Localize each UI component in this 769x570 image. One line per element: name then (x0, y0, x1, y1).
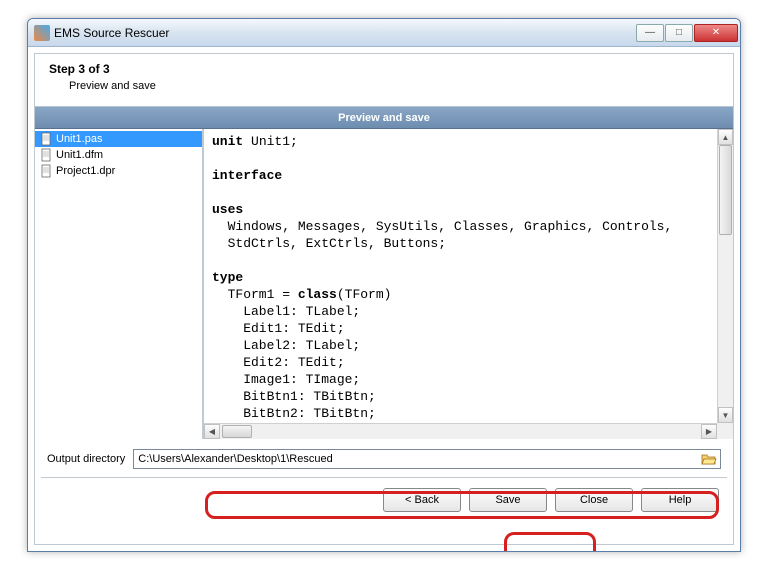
step-subtitle: Preview and save (69, 80, 719, 92)
app-window: EMS Source Rescuer — □ ✕ Step 3 of 3 Pre… (27, 18, 741, 552)
vertical-scroll-thumb[interactable] (719, 145, 732, 235)
code-preview-panel: unit Unit1; interface uses Windows, Mess… (203, 129, 733, 439)
window-title: EMS Source Rescuer (54, 26, 635, 40)
close-window-button[interactable]: ✕ (694, 24, 738, 42)
file-icon (39, 164, 53, 178)
wizard-header: Step 3 of 3 Preview and save (35, 54, 733, 107)
step-title: Step 3 of 3 (49, 62, 719, 76)
highlight-save-annotation (504, 532, 596, 552)
scroll-corner (717, 423, 733, 439)
file-tree[interactable]: Unit1.pas Unit1.dfm Project1.dpr (35, 129, 203, 439)
scroll-left-arrow[interactable]: ◀ (204, 424, 220, 439)
wizard-body: Step 3 of 3 Preview and save Preview and… (34, 53, 734, 545)
tree-item-label: Unit1.dfm (56, 149, 103, 161)
output-label: Output directory (47, 453, 125, 465)
tree-item[interactable]: Unit1.pas (35, 131, 202, 147)
save-button[interactable]: Save (469, 488, 547, 512)
section-banner: Preview and save (35, 107, 733, 129)
scroll-up-arrow[interactable]: ▲ (718, 129, 733, 145)
horizontal-scrollbar[interactable]: ◀ ▶ (204, 423, 717, 439)
output-directory-field (133, 449, 721, 469)
back-button[interactable]: < Back (383, 488, 461, 512)
app-icon (34, 25, 50, 41)
help-button[interactable]: Help (641, 488, 719, 512)
tree-item-label: Project1.dpr (56, 165, 115, 177)
close-button[interactable]: Close (555, 488, 633, 512)
file-icon (39, 132, 53, 146)
file-icon (39, 148, 53, 162)
horizontal-scroll-thumb[interactable] (222, 425, 252, 438)
output-row: Output directory (35, 439, 733, 477)
code-preview[interactable]: unit Unit1; interface uses Windows, Mess… (204, 129, 717, 423)
maximize-button[interactable]: □ (665, 24, 693, 42)
output-directory-input[interactable] (138, 453, 700, 465)
scroll-down-arrow[interactable]: ▼ (718, 407, 733, 423)
minimize-button[interactable]: — (636, 24, 664, 42)
tree-item[interactable]: Project1.dpr (35, 163, 202, 179)
folder-open-icon (701, 452, 717, 466)
scroll-right-arrow[interactable]: ▶ (701, 424, 717, 439)
content-area: Unit1.pas Unit1.dfm Project1.dpr unit Unit… (35, 129, 733, 439)
vertical-scrollbar[interactable]: ▲ ▼ (717, 129, 733, 423)
tree-item[interactable]: Unit1.dfm (35, 147, 202, 163)
titlebar[interactable]: EMS Source Rescuer — □ ✕ (28, 19, 740, 47)
tree-item-label: Unit1.pas (56, 133, 102, 145)
button-bar: < Back Save Close Help (35, 478, 733, 522)
browse-button[interactable] (700, 451, 718, 467)
